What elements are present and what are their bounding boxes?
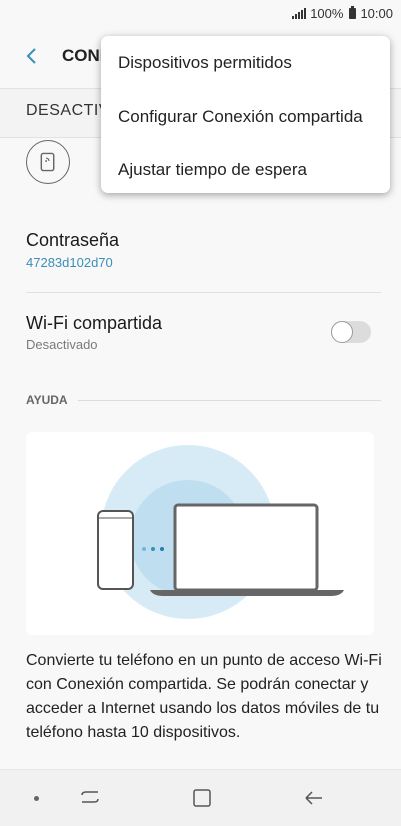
back-nav-icon[interactable] [302, 786, 326, 810]
nav-dot-icon[interactable] [34, 796, 39, 801]
help-section-header: AYUDA [26, 390, 381, 410]
status-right: 100% 10:00 [292, 6, 393, 21]
wifi-shared-row[interactable]: Wi-Fi compartida Desactivado [26, 313, 381, 365]
password-title: Contraseña [26, 230, 120, 250]
illustration-svg [97, 445, 344, 619]
status-bar: 100% 10:00 [0, 0, 401, 30]
wifi-shared-status: Desactivado [26, 337, 98, 352]
help-description: Convierte tu teléfono en un punto de acc… [26, 652, 382, 741]
battery-icon [349, 6, 357, 19]
hotspot-illustration [26, 432, 374, 635]
back-icon[interactable] [20, 44, 44, 68]
menu-item-configure-hotspot[interactable]: Configurar Conexión compartida [118, 107, 363, 127]
clock: 10:00 [360, 6, 393, 21]
laptop-icon [150, 503, 344, 596]
page-title: CONI [62, 46, 105, 65]
navigation-bar [0, 769, 401, 826]
wifi-shared-title: Wi-Fi compartida [26, 313, 163, 333]
recents-icon[interactable] [78, 786, 102, 810]
help-divider [77, 399, 381, 401]
router-icon [26, 140, 70, 184]
switch-bar-label: DESACTIV [26, 102, 111, 119]
password-row[interactable]: Contraseña 47283d102d70 [26, 230, 381, 293]
help-label: AYUDA [26, 393, 68, 407]
phone-icon [97, 510, 134, 590]
password-value: 47283d102d70 [26, 255, 113, 270]
menu-item-timeout[interactable]: Ajustar tiempo de espera [118, 160, 307, 180]
overflow-menu: Dispositivos permitidos Configurar Conex… [101, 36, 390, 193]
signal-icon [292, 8, 307, 19]
connection-dots [142, 547, 164, 551]
menu-item-allowed-devices[interactable]: Dispositivos permitidos [118, 53, 292, 73]
battery-percent: 100% [310, 6, 344, 21]
toggle-knob [331, 321, 353, 343]
wifi-shared-toggle[interactable] [331, 321, 371, 343]
home-icon[interactable] [190, 786, 214, 810]
